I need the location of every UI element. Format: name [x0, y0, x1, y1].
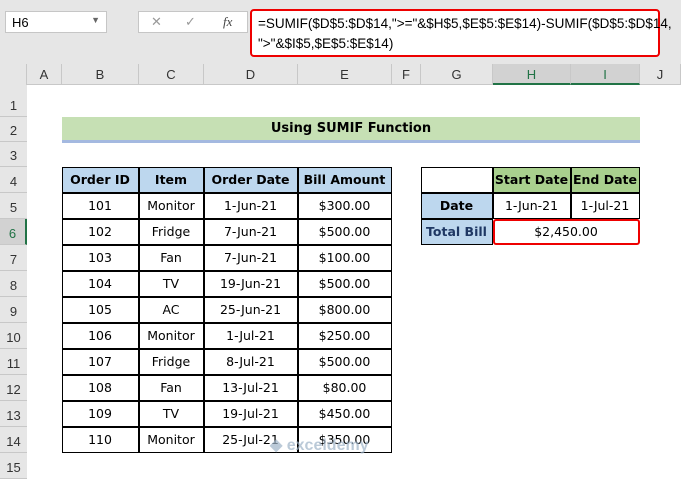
table-cell[interactable]: $80.00: [297, 374, 392, 401]
row-header-13[interactable]: 13: [0, 401, 27, 427]
start-date-header[interactable]: Start Date: [492, 166, 571, 193]
column-header-D[interactable]: D: [204, 64, 298, 85]
table-cell[interactable]: 104: [61, 270, 139, 297]
table-cell[interactable]: $250.00: [297, 322, 392, 349]
table-cell[interactable]: 13-Jul-21: [203, 374, 298, 401]
row-header-6[interactable]: 6: [0, 219, 27, 245]
table-cell[interactable]: Monitor: [138, 426, 204, 453]
column-header-H[interactable]: H: [493, 64, 571, 85]
row-header-9[interactable]: 9: [0, 297, 27, 323]
table-cell[interactable]: 25-Jun-21: [203, 296, 298, 323]
enter-icon[interactable]: ✓: [185, 14, 196, 30]
table-cell[interactable]: TV: [138, 400, 204, 427]
name-box[interactable]: H6 ▼: [5, 11, 107, 33]
table-cell[interactable]: 107: [61, 348, 139, 375]
table-cell[interactable]: 102: [61, 218, 139, 245]
empty-cell[interactable]: [420, 166, 493, 193]
total-bill-value[interactable]: $2,450.00: [492, 218, 640, 245]
row-header-1[interactable]: 1: [0, 85, 27, 117]
table-cell[interactable]: $500.00: [297, 218, 392, 245]
row-header-8[interactable]: 8: [0, 271, 27, 297]
row-header-12[interactable]: 12: [0, 375, 27, 401]
start-date-value[interactable]: 1-Jun-21: [492, 192, 571, 219]
table-cell[interactable]: 106: [61, 322, 139, 349]
formula-input[interactable]: =SUMIF($D$5:$D$14,">="&$H$5,$E$5:$E$14)-…: [250, 9, 672, 57]
table-cell[interactable]: $500.00: [297, 270, 392, 297]
row-header-10[interactable]: 10: [0, 323, 27, 349]
table-cell[interactable]: Monitor: [138, 192, 204, 219]
column-header-J[interactable]: J: [640, 64, 681, 85]
row-header-7[interactable]: 7: [0, 245, 27, 271]
column-header-I[interactable]: I: [571, 64, 640, 85]
table-cell[interactable]: 7-Jun-21: [203, 244, 298, 271]
table-cell[interactable]: $450.00: [297, 400, 392, 427]
table-header[interactable]: Bill Amount: [297, 166, 392, 193]
sheet-title: Using SUMIF Function: [62, 117, 640, 143]
table-cell[interactable]: TV: [138, 270, 204, 297]
table-cell[interactable]: Monitor: [138, 322, 204, 349]
table-cell[interactable]: 19-Jun-21: [203, 270, 298, 297]
column-header-G[interactable]: G: [421, 64, 493, 85]
row-header-15[interactable]: 15: [0, 453, 27, 479]
table-cell[interactable]: 1-Jul-21: [203, 322, 298, 349]
table-cell[interactable]: Fridge: [138, 348, 204, 375]
table-cell[interactable]: 101: [61, 192, 139, 219]
column-header-C[interactable]: C: [139, 64, 204, 85]
column-header-A[interactable]: A: [27, 64, 62, 85]
row-header-2[interactable]: 2: [0, 117, 27, 142]
table-cell[interactable]: 103: [61, 244, 139, 271]
table-cell[interactable]: $500.00: [297, 348, 392, 375]
row-header-14[interactable]: 14: [0, 427, 27, 453]
table-header[interactable]: Order ID: [61, 166, 139, 193]
table-cell[interactable]: 109: [61, 400, 139, 427]
table-cell[interactable]: Fan: [138, 374, 204, 401]
table-cell[interactable]: 110: [61, 426, 139, 453]
table-header[interactable]: Item: [138, 166, 204, 193]
table-cell[interactable]: 105: [61, 296, 139, 323]
row-header-3[interactable]: 3: [0, 142, 27, 167]
table-cell[interactable]: 19-Jul-21: [203, 400, 298, 427]
cancel-icon[interactable]: ✕: [151, 14, 162, 30]
column-header-E[interactable]: E: [298, 64, 392, 85]
table-cell[interactable]: 1-Jun-21: [203, 192, 298, 219]
table-cell[interactable]: AC: [138, 296, 204, 323]
table-cell[interactable]: Fan: [138, 244, 204, 271]
chevron-down-icon[interactable]: ▼: [91, 15, 100, 25]
date-label[interactable]: Date: [420, 192, 493, 219]
name-box-value: H6: [12, 15, 29, 30]
table-cell[interactable]: $300.00: [297, 192, 392, 219]
column-header-F[interactable]: F: [392, 64, 421, 85]
table-header[interactable]: Order Date: [203, 166, 298, 193]
table-cell[interactable]: $100.00: [297, 244, 392, 271]
table-cell[interactable]: 8-Jul-21: [203, 348, 298, 375]
row-header-4[interactable]: 4: [0, 167, 27, 193]
table-cell[interactable]: $800.00: [297, 296, 392, 323]
row-header-5[interactable]: 5: [0, 193, 27, 219]
total-bill-label[interactable]: Total Bill: [420, 218, 493, 245]
table-cell[interactable]: 108: [61, 374, 139, 401]
table-cell[interactable]: Fridge: [138, 218, 204, 245]
row-header-11[interactable]: 11: [0, 349, 27, 375]
watermark-logo: ◆ exceldemy: [270, 437, 369, 454]
fx-icon[interactable]: fx: [223, 14, 232, 30]
end-date-header[interactable]: End Date: [570, 166, 640, 193]
table-cell[interactable]: 7-Jun-21: [203, 218, 298, 245]
column-header-B[interactable]: B: [62, 64, 139, 85]
end-date-value[interactable]: 1-Jul-21: [570, 192, 640, 219]
formula-buttons: ✕ ✓ fx: [138, 11, 248, 33]
select-all-button[interactable]: [0, 64, 27, 85]
